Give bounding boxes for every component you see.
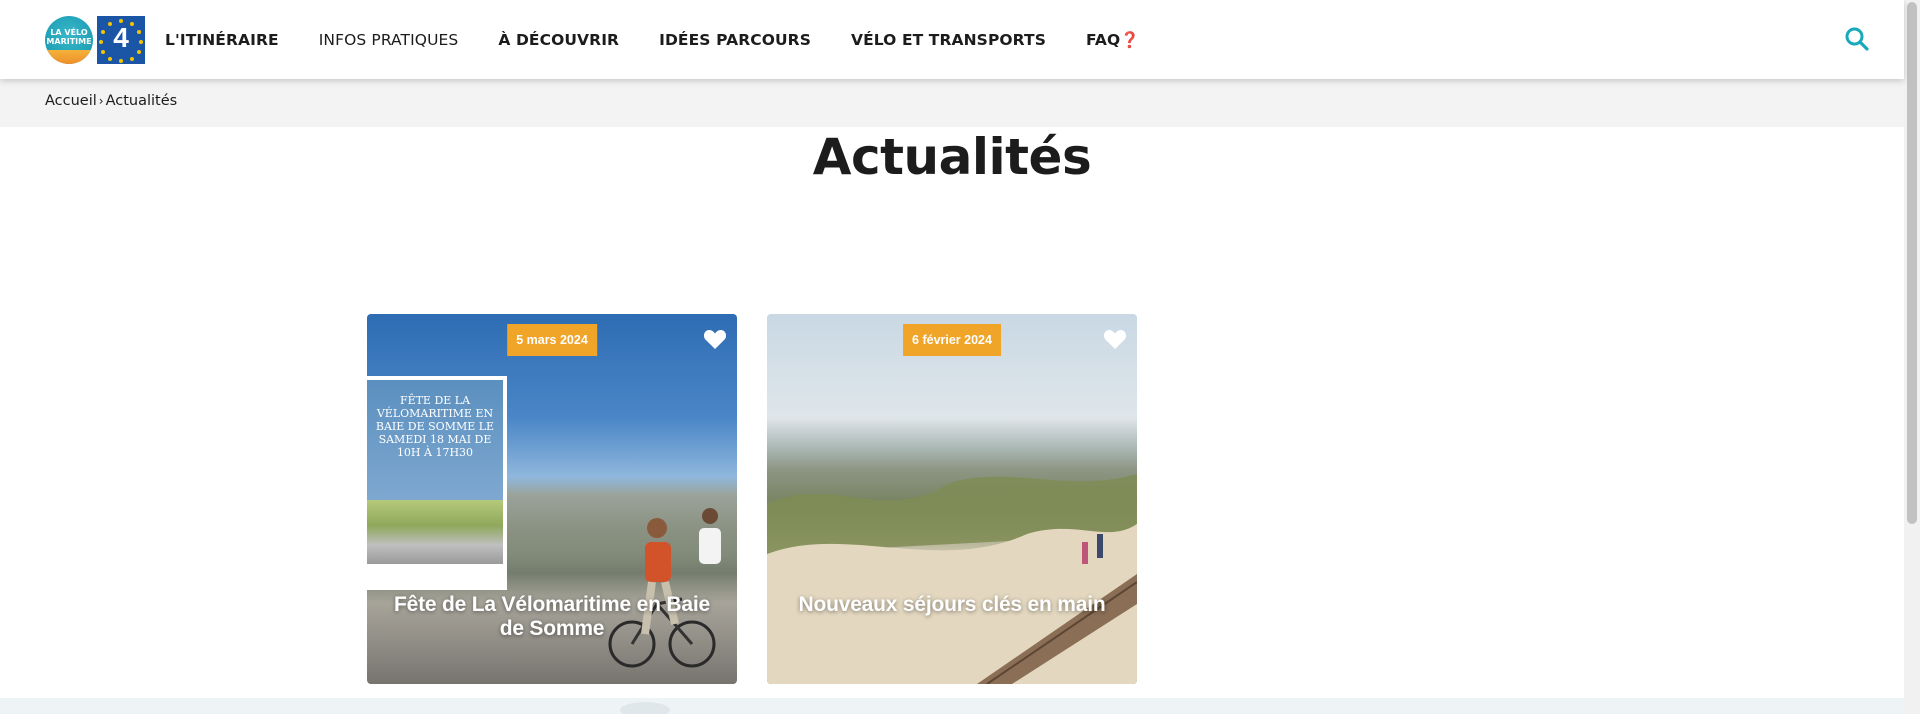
eurovelo-number: 4 xyxy=(113,22,129,53)
scrollbar-thumb[interactable] xyxy=(1907,2,1917,524)
poster-text: FÊTE DE LA VÉLOMARITIME EN BAIE DE SOMME… xyxy=(375,394,495,459)
nav-idees-parcours[interactable]: IDÉES PARCOURS xyxy=(659,31,811,49)
footer-strip xyxy=(0,698,1904,714)
breadcrumb-separator: › xyxy=(98,94,104,108)
nav-faq[interactable]: FAQ❓ xyxy=(1086,31,1140,49)
heart-icon xyxy=(703,330,727,349)
news-card[interactable]: FÊTE DE LA VÉLOMARITIME EN BAIE DE SOMME… xyxy=(367,314,737,684)
breadcrumb-current: Actualités xyxy=(105,93,178,109)
breadcrumb: Accueil › Actualités xyxy=(45,93,177,109)
card-title[interactable]: Nouveaux séjours clés en main xyxy=(787,593,1117,617)
breadcrumb-bar: Accueil › Actualités xyxy=(0,79,1904,127)
page-title: Actualités xyxy=(812,128,1092,186)
card-title[interactable]: Fête de La Vélomaritime en Baie de Somme xyxy=(387,593,717,641)
date-badge: 5 mars 2024 xyxy=(507,324,597,356)
date-badge: 6 février 2024 xyxy=(903,324,1001,356)
nav-a-decouvrir[interactable]: À DÉCOUVRIR xyxy=(498,31,619,49)
favorite-button[interactable] xyxy=(1103,328,1127,350)
nav-faq-label: FAQ xyxy=(1085,30,1121,49)
site-header: LA VÉLO MARITIME 4 L'ITINÉRAIRE INFOS PR… xyxy=(0,0,1904,79)
velomaritime-logo[interactable]: LA VÉLO MARITIME xyxy=(45,16,93,64)
news-card[interactable]: 6 février 2024 Nouveaux séjours clés en … xyxy=(767,314,1137,684)
event-poster-image: FÊTE DE LA VÉLOMARITIME EN BAIE DE SOMME… xyxy=(367,376,507,590)
scrollbar[interactable] xyxy=(1904,0,1920,714)
breadcrumb-home[interactable]: Accueil xyxy=(45,93,97,109)
nav-infos-pratiques[interactable]: INFOS PRATIQUES xyxy=(319,31,459,49)
main-nav: L'ITINÉRAIRE INFOS PRATIQUES À DÉCOUVRIR… xyxy=(165,0,1180,79)
search-icon xyxy=(1845,27,1869,51)
nav-itineraire[interactable]: L'ITINÉRAIRE xyxy=(165,31,279,49)
eurovelo-logo[interactable]: 4 xyxy=(97,16,145,64)
cyclists-illustration xyxy=(608,508,721,668)
question-mark-icon: ❓ xyxy=(1120,30,1140,49)
search-button[interactable] xyxy=(1844,26,1870,52)
favorite-button[interactable] xyxy=(703,328,727,350)
heart-icon xyxy=(1103,330,1127,349)
nav-velo-et-transports[interactable]: VÉLO ET TRANSPORTS xyxy=(851,31,1046,49)
logo-text: LA VÉLO MARITIME xyxy=(46,28,92,46)
dunes-illustration xyxy=(767,474,1137,684)
